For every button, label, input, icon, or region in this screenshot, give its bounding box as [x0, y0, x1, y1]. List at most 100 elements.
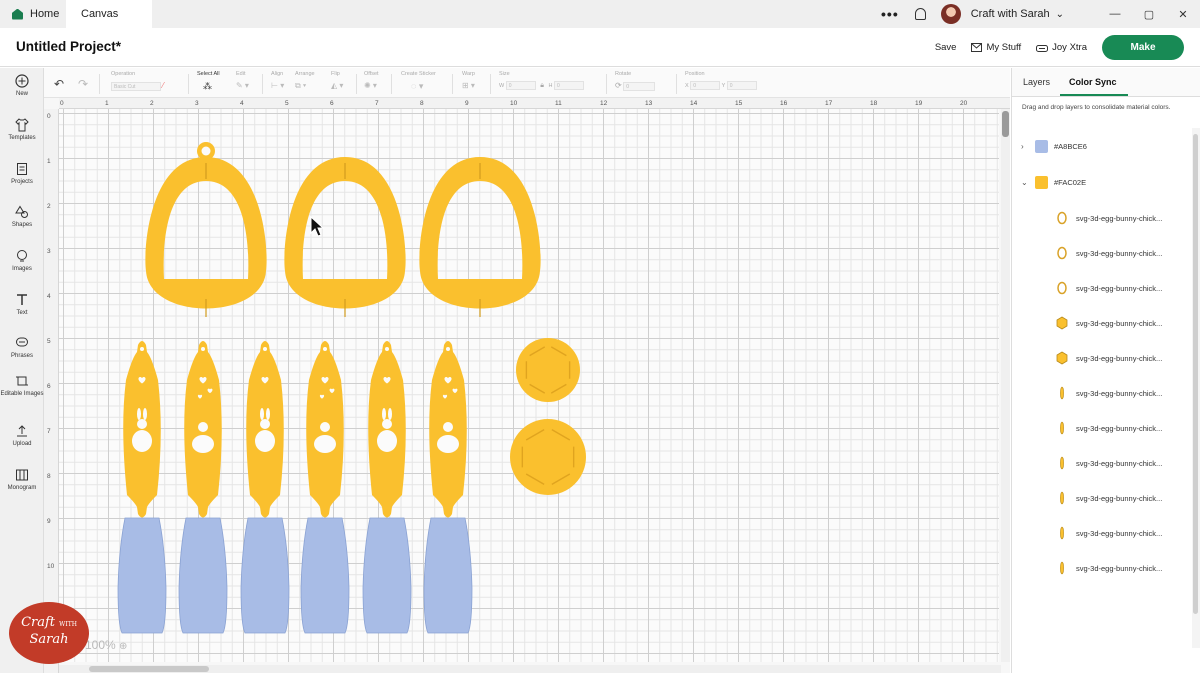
notification-bell-icon[interactable] — [914, 8, 926, 20]
panel-scroll-thumb[interactable] — [1193, 134, 1198, 614]
align-group[interactable]: Align ⊢ ▾ — [271, 71, 284, 90]
pos-x-input[interactable]: 0 — [690, 81, 721, 90]
create-sticker-group[interactable]: Create Sticker ◌ ▾ — [401, 71, 436, 92]
tab-color-sync[interactable]: Color Sync — [1069, 77, 1117, 87]
color-group-fac02e[interactable]: ⌄ #FAC02E — [1012, 172, 1192, 192]
warp-group[interactable]: Warp ⊞ ▾ — [462, 71, 475, 90]
strip-hole[interactable] — [201, 347, 205, 351]
design-canvas[interactable]: 0 1 2 3 4 5 6 7 8 9 10 11 12 13 14 15 16 17 18 19 20 0123456… — [44, 98, 1010, 673]
sidebar-item-shapes[interactable]: Shapes — [0, 205, 44, 228]
egg-frame[interactable] — [145, 142, 267, 317]
tab-home[interactable]: Home — [0, 0, 65, 28]
egg-body[interactable] — [145, 157, 267, 309]
operation-select[interactable]: Basic Cut — [111, 82, 161, 91]
hexagon-base-circle[interactable] — [516, 338, 580, 402]
layer-row[interactable]: svg-3d-egg-bunny-chick... — [1012, 313, 1192, 333]
blue-side-panel[interactable] — [240, 517, 290, 634]
sticker-icon[interactable]: ◌ ▾ — [411, 81, 423, 91]
layer-row[interactable]: svg-3d-egg-bunny-chick... — [1012, 278, 1192, 298]
egg-hanger-hole[interactable] — [201, 146, 211, 156]
save-button[interactable]: Save — [935, 42, 957, 53]
panel-scrollbar[interactable] — [1192, 128, 1200, 648]
chick-head-cutout[interactable] — [443, 422, 453, 432]
more-menu-icon[interactable]: ••• — [881, 6, 899, 22]
warp-icon[interactable]: ⊞ ▾ — [462, 81, 475, 90]
arrange-group[interactable]: Arrange ⧉ ▾ — [295, 71, 315, 91]
strip-body[interactable] — [123, 341, 161, 518]
blue-side-panel[interactable] — [423, 517, 473, 634]
bunny-body-cutout[interactable] — [255, 430, 275, 452]
account-name[interactable]: Craft with Sarah — [971, 8, 1050, 20]
chick-head-cutout[interactable] — [320, 422, 330, 432]
chevron-down-icon[interactable]: ⌄ — [1021, 178, 1031, 187]
make-button[interactable]: Make — [1102, 35, 1184, 60]
zoom-level[interactable]: 100% ⊕ — [85, 638, 127, 652]
edit-pen-icon[interactable]: ✎ ▾ — [236, 81, 249, 90]
bunny-ear-cutout[interactable] — [382, 408, 386, 420]
my-stuff-button[interactable]: My Stuff — [971, 42, 1021, 53]
horizontal-scroll-thumb[interactable] — [89, 666, 209, 672]
operation-group[interactable]: Operation Basic Cut ⁄ — [111, 71, 164, 91]
egg-frame[interactable] — [284, 157, 406, 317]
select-all-icon[interactable]: ⁂ — [203, 81, 212, 91]
strip-hole[interactable] — [263, 347, 267, 351]
window-maximize-button[interactable]: ▢ — [1132, 8, 1166, 21]
layer-row[interactable]: svg-3d-egg-bunny-chick... — [1012, 208, 1192, 228]
sidebar-item-projects[interactable]: Projects — [0, 162, 44, 185]
sidebar-item-images[interactable]: Images — [0, 249, 44, 272]
egg-body[interactable] — [284, 157, 406, 309]
strip-body[interactable] — [246, 341, 284, 518]
offset-icon[interactable]: ✺ ▾ — [364, 81, 377, 90]
account-chevron-down-icon[interactable]: ⌄ — [1056, 9, 1064, 20]
layer-row[interactable]: svg-3d-egg-bunny-chick... — [1012, 383, 1192, 403]
strip-hole[interactable] — [323, 347, 327, 351]
vertical-scroll-thumb[interactable] — [1002, 111, 1009, 137]
avatar[interactable] — [940, 4, 961, 24]
bunny-body-cutout[interactable] — [132, 430, 152, 452]
sidebar-item-editable-images[interactable]: Editable Images — [0, 374, 44, 397]
color-swatch[interactable] — [1035, 139, 1048, 153]
chick-body-cutout[interactable] — [437, 435, 459, 453]
pos-y-input[interactable]: 0 — [726, 81, 757, 90]
zoom-in-icon[interactable]: ⊕ — [119, 641, 127, 652]
layer-row[interactable]: svg-3d-egg-bunny-chick... — [1012, 453, 1192, 473]
strip-body[interactable] — [368, 341, 406, 518]
blue-side-panel[interactable] — [300, 517, 350, 634]
egg-strip[interactable] — [306, 341, 344, 518]
flip-icon[interactable]: ◭ ▾ — [331, 81, 343, 90]
bunny-ear-cutout[interactable] — [143, 408, 147, 420]
blue-side-panel[interactable] — [178, 517, 228, 634]
sidebar-item-templates[interactable]: Templates — [0, 118, 44, 141]
undo-icon[interactable]: ↶ — [54, 77, 64, 91]
egg-strip[interactable] — [123, 341, 161, 518]
tab-canvas[interactable]: Canvas — [66, 0, 152, 28]
sidebar-item-monogram[interactable]: Monogram — [0, 468, 44, 491]
flip-group[interactable]: Flip ◭ ▾ — [331, 71, 343, 90]
layer-row[interactable]: svg-3d-egg-bunny-chick... — [1012, 418, 1192, 438]
blue-side-panel[interactable] — [362, 517, 412, 634]
layer-row[interactable]: svg-3d-egg-bunny-chick... — [1012, 523, 1192, 543]
edit-group[interactable]: Edit ✎ ▾ — [236, 71, 249, 90]
horizontal-scrollbar[interactable] — [59, 665, 1001, 673]
strip-hole[interactable] — [140, 347, 144, 351]
egg-strip[interactable] — [246, 341, 284, 518]
layer-row[interactable]: svg-3d-egg-bunny-chick... — [1012, 488, 1192, 508]
sidebar-item-new[interactable]: New — [0, 74, 44, 97]
egg-body[interactable] — [419, 157, 541, 309]
color-group-a8bce6[interactable]: › #A8BCE6 — [1012, 136, 1192, 156]
bunny-ear-cutout[interactable] — [137, 408, 141, 420]
egg-frame[interactable] — [419, 157, 541, 317]
base-circle-body[interactable] — [516, 338, 580, 402]
hexagon-base-circle[interactable] — [510, 419, 586, 495]
arrange-icon[interactable]: ⧉ ▾ — [295, 81, 306, 90]
bunny-body-cutout[interactable] — [377, 430, 397, 452]
bunny-ear-cutout[interactable] — [260, 408, 264, 420]
layer-row[interactable]: svg-3d-egg-bunny-chick... — [1012, 558, 1192, 578]
base-circle-body[interactable] — [510, 419, 586, 495]
page-title[interactable]: Untitled Project* — [16, 39, 121, 54]
strip-hole[interactable] — [446, 347, 450, 351]
bunny-ear-cutout[interactable] — [266, 408, 270, 420]
select-all-group[interactable]: Select All ⁂ — [197, 71, 220, 92]
rotate-input[interactable]: 0 — [623, 82, 656, 91]
window-minimize-button[interactable]: — — [1098, 8, 1132, 20]
